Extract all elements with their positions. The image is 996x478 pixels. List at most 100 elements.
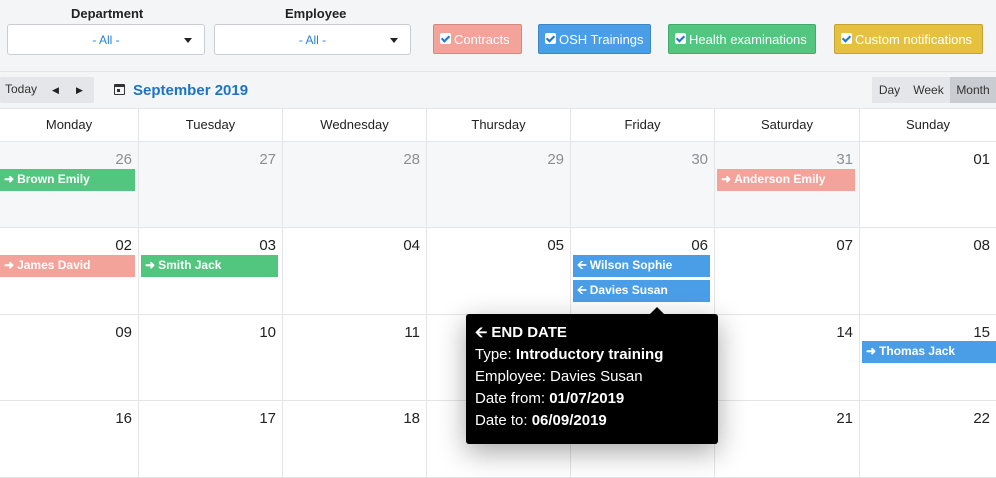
tooltip-type-row: Type: Introductory training bbox=[475, 344, 709, 366]
tooltip-to-row: Date to: 06/09/2019 bbox=[475, 410, 709, 432]
department-label: Department bbox=[71, 6, 144, 21]
day-number: 07 bbox=[836, 237, 853, 254]
calendar-event[interactable]: ➜ Smith Jack bbox=[141, 255, 278, 277]
calendar-icon bbox=[114, 84, 125, 95]
tooltip-employee-label: Employee: bbox=[475, 368, 546, 385]
calendar-day-cell[interactable]: 29 bbox=[427, 142, 571, 228]
weekday-header: Thursday bbox=[427, 109, 571, 142]
arrow-right-icon: ➜ bbox=[145, 258, 156, 272]
day-view-button[interactable]: Day bbox=[872, 77, 907, 103]
tooltip-type-value: Introductory training bbox=[515, 346, 664, 363]
calendar-day-cell[interactable]: 10 bbox=[139, 315, 283, 401]
contracts-filter-chip[interactable]: Contracts bbox=[433, 24, 522, 54]
tooltip-type-label: Type: bbox=[475, 346, 512, 363]
tooltip-title: END DATE bbox=[491, 324, 567, 341]
weekday-header: Friday bbox=[571, 109, 715, 142]
calendar-day-cell[interactable]: 22 bbox=[860, 401, 996, 478]
tooltip-from-value: 01/07/2019 bbox=[549, 390, 625, 407]
day-number: 10 bbox=[259, 324, 276, 341]
prev-arrow-icon[interactable]: ◀ bbox=[52, 85, 59, 96]
calendar-day-cell[interactable]: 07 bbox=[715, 228, 860, 315]
calendar-day-cell[interactable]: 09 bbox=[0, 315, 139, 401]
arrow-left-icon: 🡨 bbox=[475, 324, 488, 341]
osh-trainings-filter-chip[interactable]: OSH Trainings bbox=[538, 24, 651, 54]
day-number: 30 bbox=[691, 151, 708, 168]
calendar-day-cell[interactable]: 18 bbox=[283, 401, 427, 478]
event-tooltip: 🡨 END DATE Type: Introductory training E… bbox=[466, 307, 718, 444]
calendar-day-cell[interactable]: 14 bbox=[715, 315, 860, 401]
weekday-header: Saturday bbox=[715, 109, 860, 142]
chip-label: Custom notifications bbox=[855, 32, 973, 47]
custom-notifications-filter-chip[interactable]: Custom notifications bbox=[834, 24, 983, 54]
calendar-day-cell[interactable]: 21 bbox=[715, 401, 860, 478]
calendar-day-cell[interactable]: 17 bbox=[139, 401, 283, 478]
arrow-left-icon: 🡨 bbox=[577, 258, 587, 272]
checkbox-checked-icon[interactable] bbox=[440, 33, 451, 44]
day-number: 21 bbox=[836, 410, 853, 427]
day-number: 11 bbox=[404, 324, 420, 341]
chip-label: OSH Trainings bbox=[559, 32, 644, 47]
calendar-event[interactable]: 🡨 Davies Susan bbox=[573, 280, 710, 302]
checkbox-checked-icon[interactable] bbox=[675, 33, 686, 44]
calendar-day-cell[interactable]: 11 bbox=[283, 315, 427, 401]
tooltip-to-label: Date to: bbox=[475, 412, 528, 429]
day-number: 27 bbox=[259, 151, 276, 168]
calendar-event[interactable]: ➜ James David bbox=[0, 255, 135, 277]
calendar-day-cell[interactable]: 05 bbox=[427, 228, 571, 315]
weekday-header: Sunday bbox=[860, 109, 996, 142]
event-label: Smith Jack bbox=[158, 258, 222, 272]
calendar-event[interactable]: ➜ Brown Emily bbox=[0, 169, 135, 191]
day-number: 06 bbox=[691, 237, 708, 254]
navigation-group: Today ◀ ▶ bbox=[0, 77, 94, 103]
calendar-day-cell[interactable]: 08 bbox=[860, 228, 996, 315]
day-number: 04 bbox=[403, 237, 420, 254]
day-number: 09 bbox=[115, 324, 132, 341]
event-label: Anderson Emily bbox=[734, 172, 826, 186]
day-number: 14 bbox=[836, 324, 853, 341]
employee-select[interactable]: - All - bbox=[214, 24, 411, 55]
day-number: 03 bbox=[259, 237, 276, 254]
day-number: 16 bbox=[115, 410, 132, 427]
calendar-event[interactable]: ➜ Anderson Emily bbox=[717, 169, 855, 191]
employee-label: Employee bbox=[285, 6, 347, 21]
arrow-right-icon: ➜ bbox=[866, 344, 877, 358]
event-label: Brown Emily bbox=[17, 172, 90, 186]
tooltip-to-value: 06/09/2019 bbox=[531, 412, 607, 429]
health-examinations-filter-chip[interactable]: Health examinations bbox=[668, 24, 816, 54]
event-label: Davies Susan bbox=[589, 283, 668, 297]
event-label: Wilson Sophie bbox=[589, 258, 673, 272]
day-number: 29 bbox=[547, 151, 564, 168]
calendar-day-cell[interactable]: 30 bbox=[571, 142, 715, 228]
today-button[interactable]: Today bbox=[5, 82, 37, 96]
checkbox-checked-icon[interactable] bbox=[841, 33, 852, 44]
weekday-header: Wednesday bbox=[283, 109, 427, 142]
department-select-value: - All - bbox=[92, 33, 120, 47]
day-number: 22 bbox=[973, 410, 990, 427]
arrow-right-icon: ➜ bbox=[4, 258, 15, 272]
day-number: 26 bbox=[115, 151, 132, 168]
employee-select-value: - All - bbox=[298, 33, 327, 47]
tooltip-employee-row: Employee: Davies Susan bbox=[475, 366, 709, 388]
calendar-day-cell[interactable]: 04 bbox=[283, 228, 427, 315]
calendar-day-cell[interactable]: 01 bbox=[860, 142, 996, 228]
chevron-down-icon bbox=[390, 38, 398, 43]
day-number: 31 bbox=[836, 151, 853, 168]
department-select[interactable]: - All - bbox=[7, 24, 205, 55]
calendar-event[interactable]: 🡨 Wilson Sophie bbox=[573, 255, 710, 277]
tooltip-employee-value: Davies Susan bbox=[550, 368, 643, 385]
day-number: 28 bbox=[403, 151, 420, 168]
tooltip-from-label: Date from: bbox=[475, 390, 546, 407]
calendar-event[interactable]: ➜ Thomas Jack bbox=[862, 341, 996, 363]
calendar-day-cell[interactable]: 28 bbox=[283, 142, 427, 228]
week-view-button[interactable]: Week bbox=[907, 77, 950, 103]
view-switcher: Day Week Month bbox=[872, 77, 996, 103]
day-number: 17 bbox=[259, 410, 276, 427]
next-arrow-icon[interactable]: ▶ bbox=[76, 85, 83, 96]
checkbox-checked-icon[interactable] bbox=[545, 33, 556, 44]
calendar-day-cell[interactable]: 27 bbox=[139, 142, 283, 228]
day-number: 08 bbox=[973, 237, 990, 254]
calendar-day-cell[interactable]: 16 bbox=[0, 401, 139, 478]
arrow-right-icon: ➜ bbox=[4, 172, 15, 186]
arrow-left-icon: 🡨 bbox=[577, 283, 587, 297]
month-view-button[interactable]: Month bbox=[950, 77, 996, 103]
